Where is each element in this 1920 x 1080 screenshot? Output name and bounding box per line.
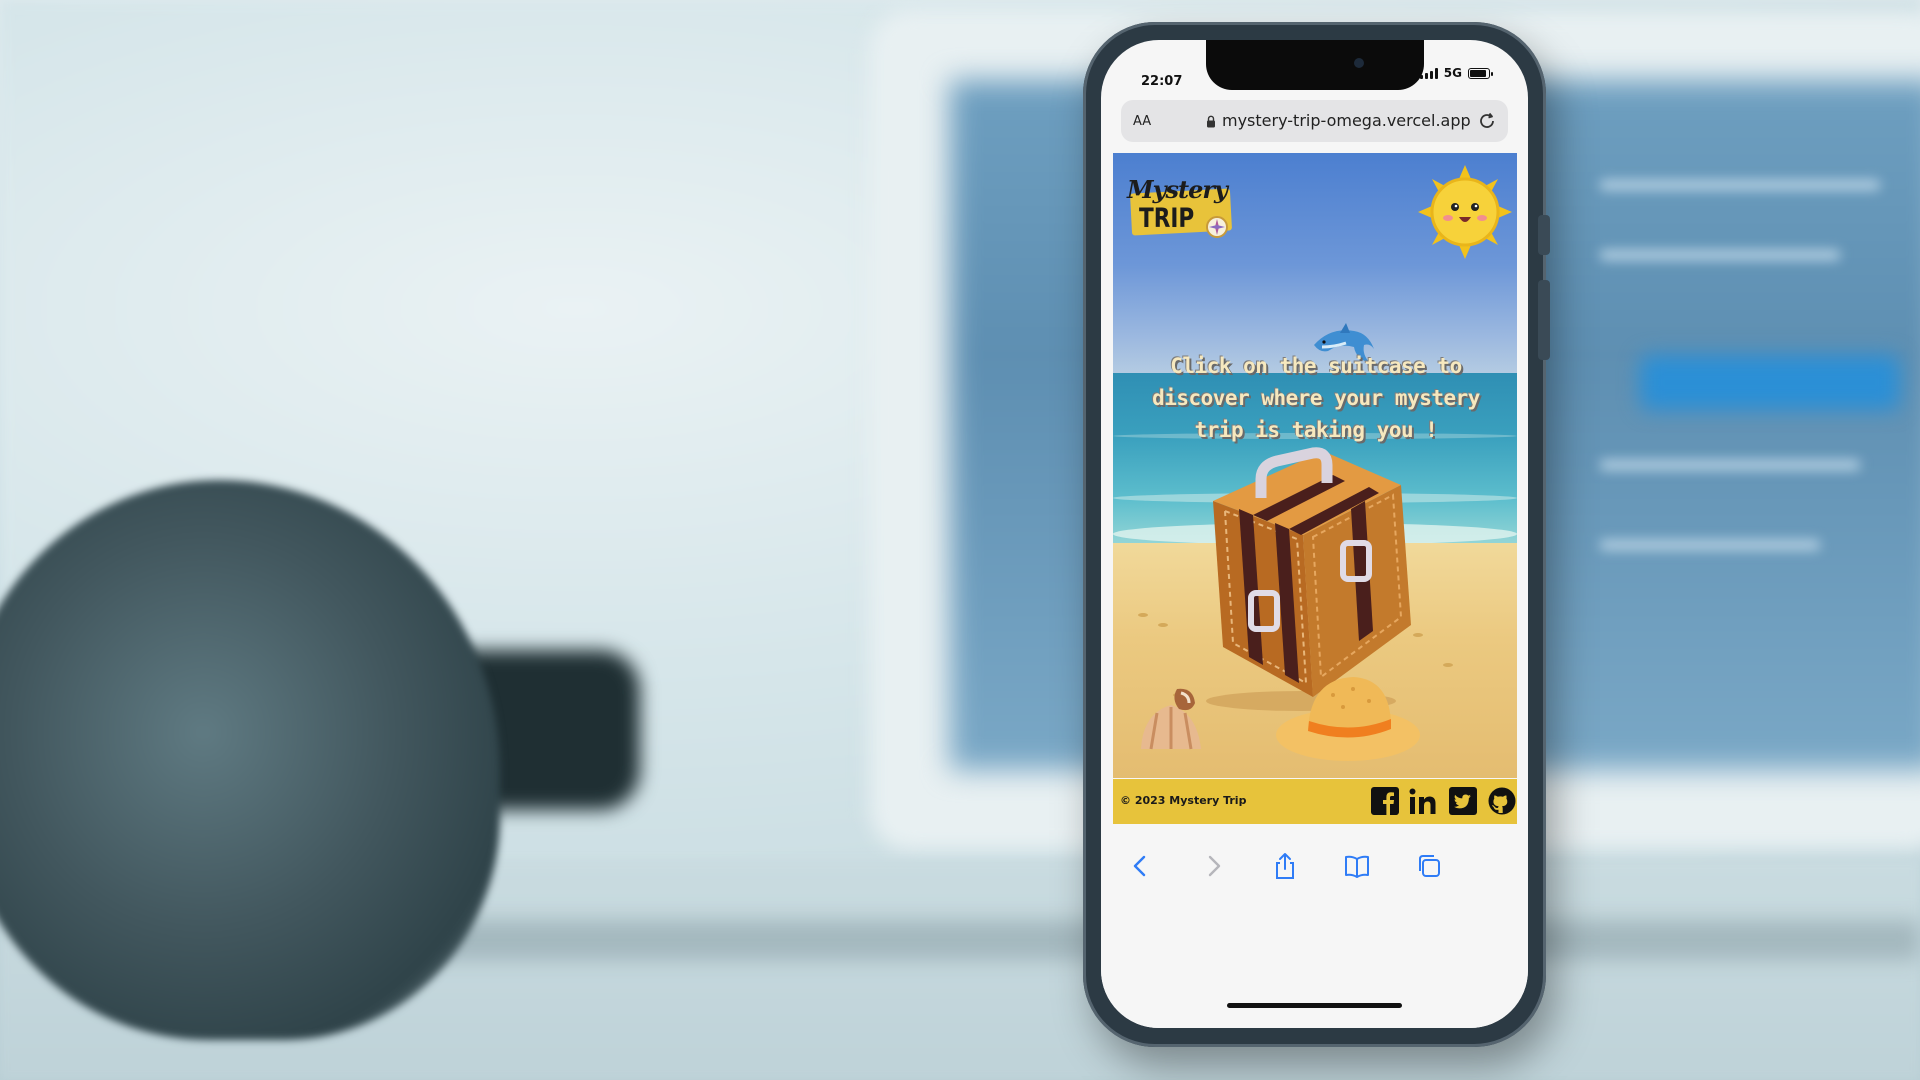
linkedin-icon[interactable] [1408,785,1439,816]
twitter-icon[interactable] [1447,785,1478,816]
home-indicator[interactable] [1227,1003,1402,1008]
sun-icon [1418,165,1512,259]
logo-trip-text: TRIP [1139,203,1195,234]
share-icon[interactable] [1271,852,1299,880]
web-viewport: Mystery TRIP Click on the suitcase to di… [1101,40,1528,1028]
page-content: Mystery TRIP Click on the suitcase to di… [1113,153,1517,778]
footer-copyright: © 2023 Mystery Trip [1120,794,1247,807]
blurred-monitor-line [1600,540,1820,550]
blurred-monitor-highlight [1640,355,1900,410]
github-icon[interactable] [1486,785,1517,816]
blurred-monitor-line [1600,180,1880,190]
forward-icon[interactable] [1199,852,1227,880]
tabs-icon[interactable] [1415,852,1443,880]
blurred-monitor-line [1600,460,1860,470]
page-headline: Click on the suitcase to discover where … [1152,354,1480,442]
phone-button [1538,215,1550,255]
bookmarks-icon[interactable] [1343,852,1371,880]
logo-script-text: Mystery [1127,175,1228,204]
straw-hat-icon [1276,677,1420,761]
facebook-icon[interactable] [1369,785,1400,816]
blurred-monitor-line [1600,250,1840,260]
mystery-trip-logo[interactable]: Mystery TRIP [1123,173,1235,243]
browser-toolbar [1101,824,1528,1028]
compass-icon [1206,216,1228,238]
page-footer: © 2023 Mystery Trip [1113,779,1517,824]
background-scene [0,0,1920,1080]
phone-button [1538,280,1550,360]
seashell-icon [1141,688,1201,750]
social-links [1369,785,1517,816]
back-icon[interactable] [1127,852,1155,880]
